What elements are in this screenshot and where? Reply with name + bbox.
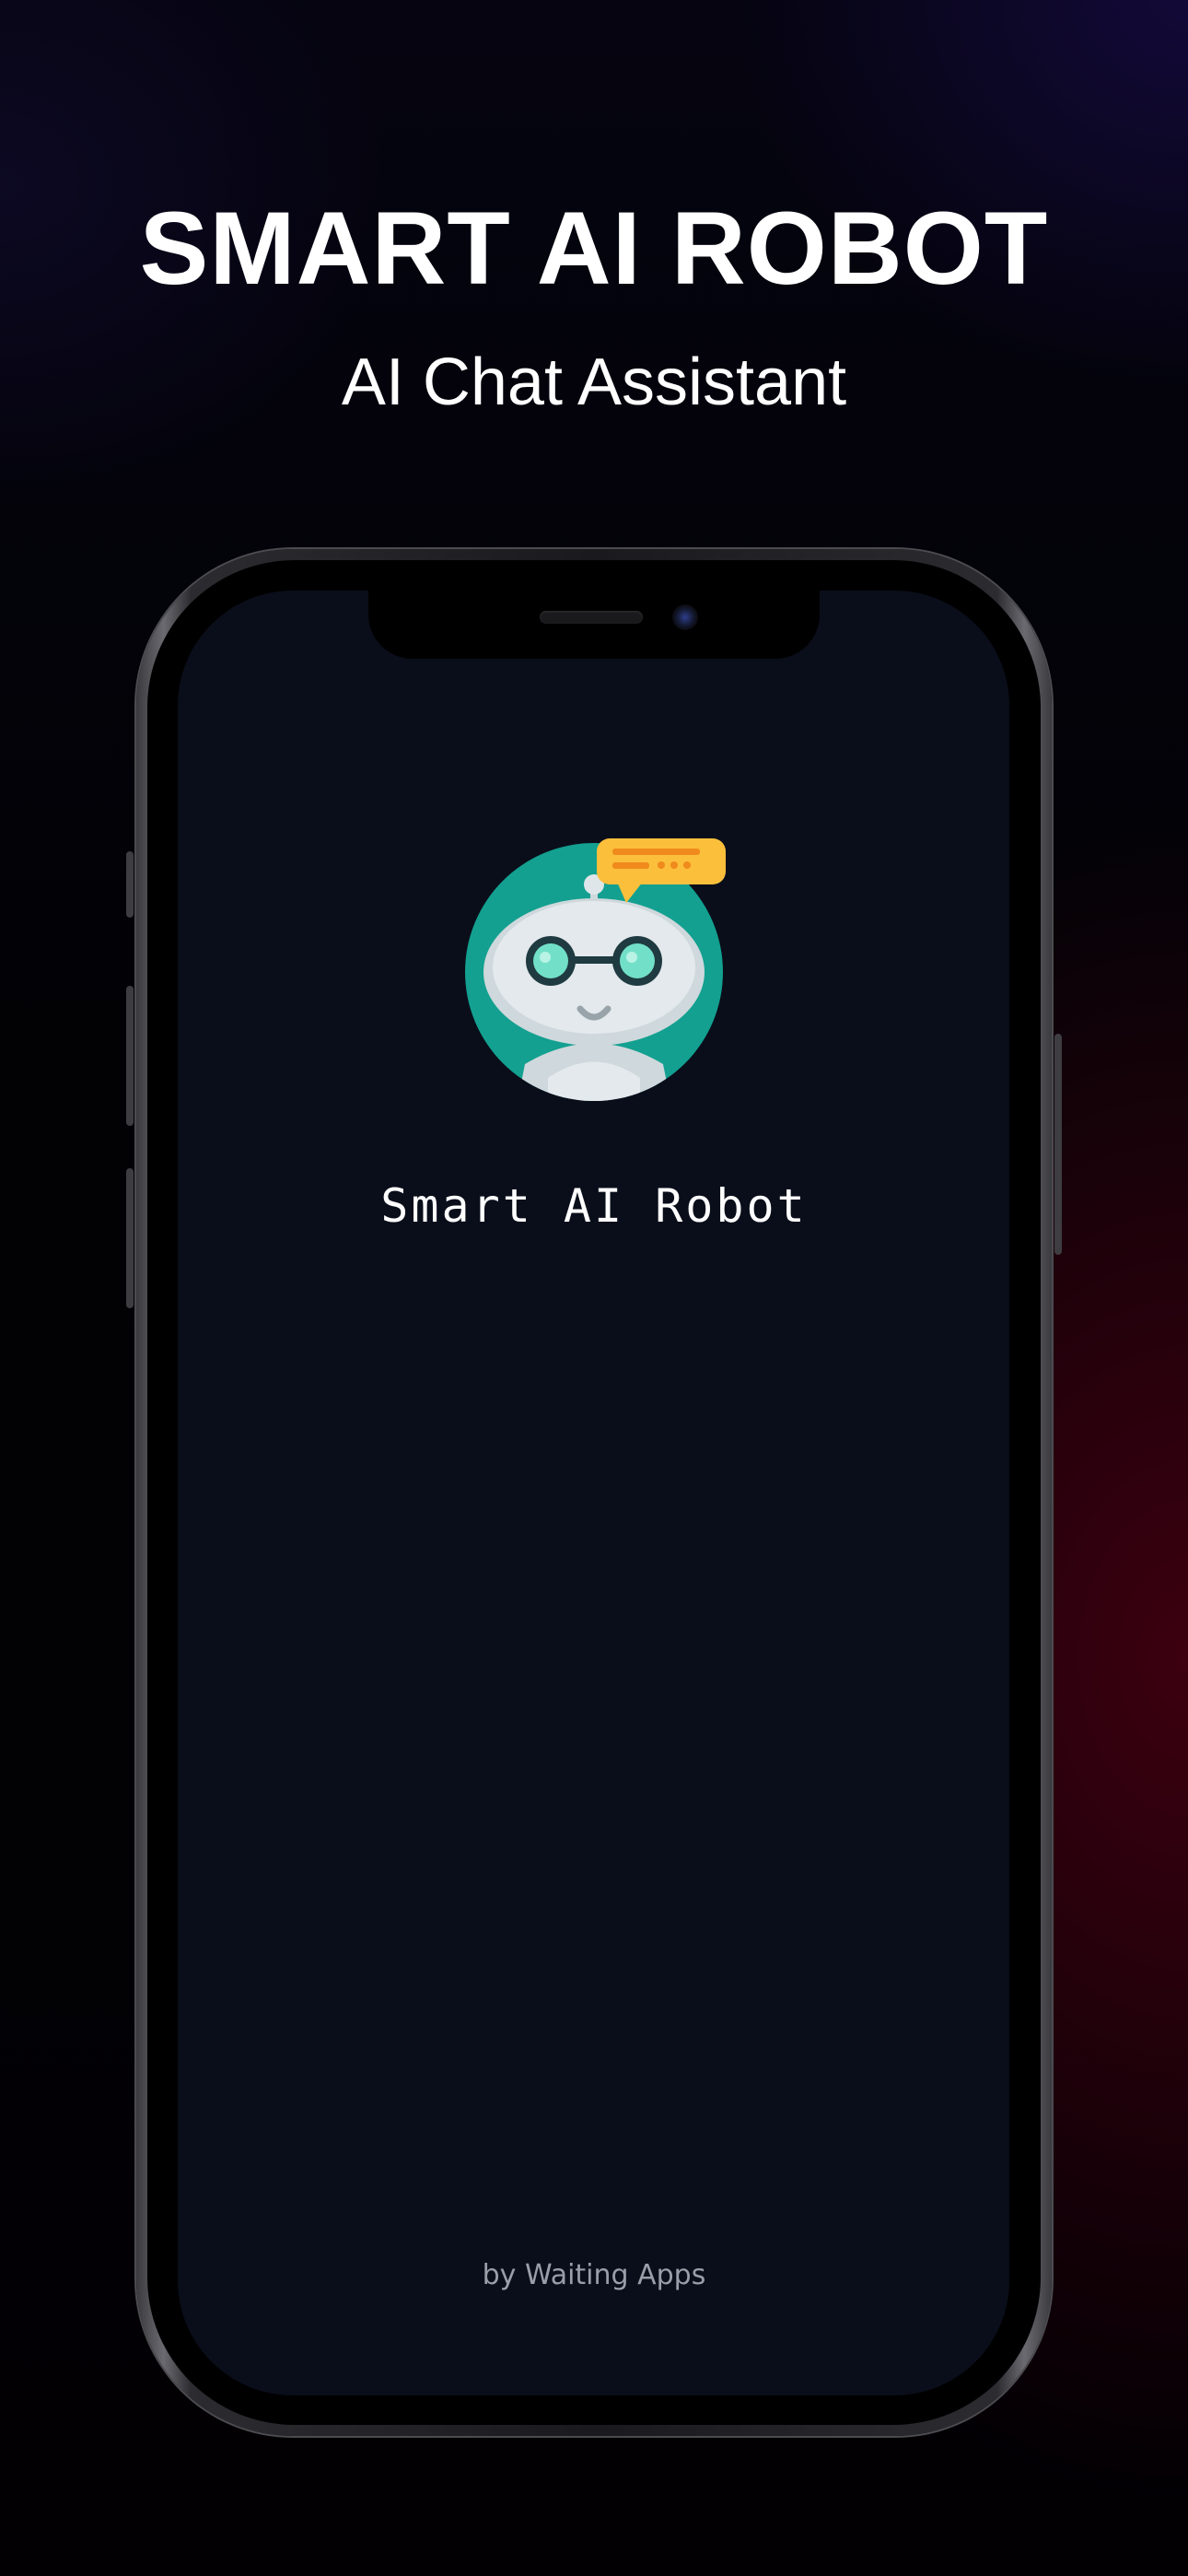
earpiece-speaker xyxy=(540,611,643,624)
app-name: Smart AI Robot xyxy=(380,1179,808,1233)
phone-notch xyxy=(368,591,820,659)
developer-byline: by Waiting Apps xyxy=(482,2259,706,2291)
promo-headline: SMART AI ROBOT xyxy=(139,191,1049,306)
promo-subheadline: AI Chat Assistant xyxy=(341,345,847,419)
phone-side-button-silent xyxy=(126,851,134,918)
robot-chat-icon xyxy=(465,838,726,1101)
app-logo xyxy=(460,834,728,1101)
phone-side-button-volume-up xyxy=(126,986,134,1126)
front-camera xyxy=(672,604,698,630)
